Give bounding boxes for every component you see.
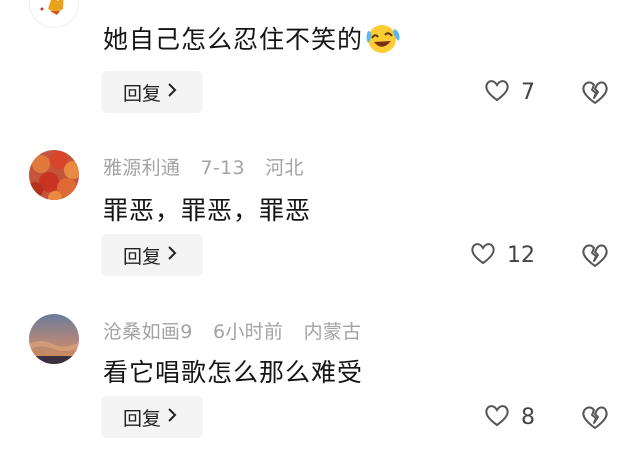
chevron-right-icon [167,407,177,428]
comment-text: 罪恶，罪恶，罪恶 [103,196,312,225]
heart-outline-icon [469,240,497,270]
dislike-button[interactable] [580,403,610,431]
username[interactable]: 雅源利通 [103,157,180,179]
avatar[interactable] [29,150,79,200]
comment-body: 她自己怎么忍住不笑的 [103,25,364,54]
timestamp: 6小时前 [212,321,284,343]
dislike-button[interactable] [580,241,610,269]
dislike-button[interactable] [580,78,610,106]
reply-label: 回复 [123,407,162,430]
location: 河北 [265,157,304,179]
broken-heart-icon [580,406,610,435]
like-button[interactable]: 8 [483,402,551,432]
comment-meta: 雅源利通 7-13 河北 [103,153,318,180]
like-count: 8 [521,404,535,430]
reply-button[interactable]: 回复 [101,396,203,438]
username[interactable]: 沧桑如画9 [103,321,193,343]
location: 内蒙古 [303,321,362,343]
broken-heart-icon [580,244,610,273]
laughing-crying-emoji-icon [365,21,401,61]
reply-button[interactable]: 回复 [101,71,203,113]
reply-label: 回复 [123,82,162,105]
reply-button[interactable]: 回复 [101,234,203,276]
like-count: 12 [507,242,535,268]
reply-label: 回复 [123,245,162,268]
broken-heart-icon [580,81,610,110]
comment-text: 看它唱歌怎么那么难受 [103,358,364,387]
avatar[interactable] [29,0,79,28]
timestamp: 7-13 [200,157,245,179]
heart-outline-icon [483,402,511,432]
heart-outline-icon [483,77,511,107]
chevron-right-icon [167,245,177,266]
like-button[interactable]: 7 [483,77,551,107]
chevron-right-icon [167,82,177,103]
like-count: 7 [521,79,535,105]
avatar[interactable] [29,314,79,364]
comment-text: 她自己怎么忍住不笑的 [103,20,401,61]
like-button[interactable]: 12 [469,240,537,270]
comment-meta: 沧桑如画9 6小时前 内蒙古 [103,317,375,344]
comment-meta [103,0,145,10]
